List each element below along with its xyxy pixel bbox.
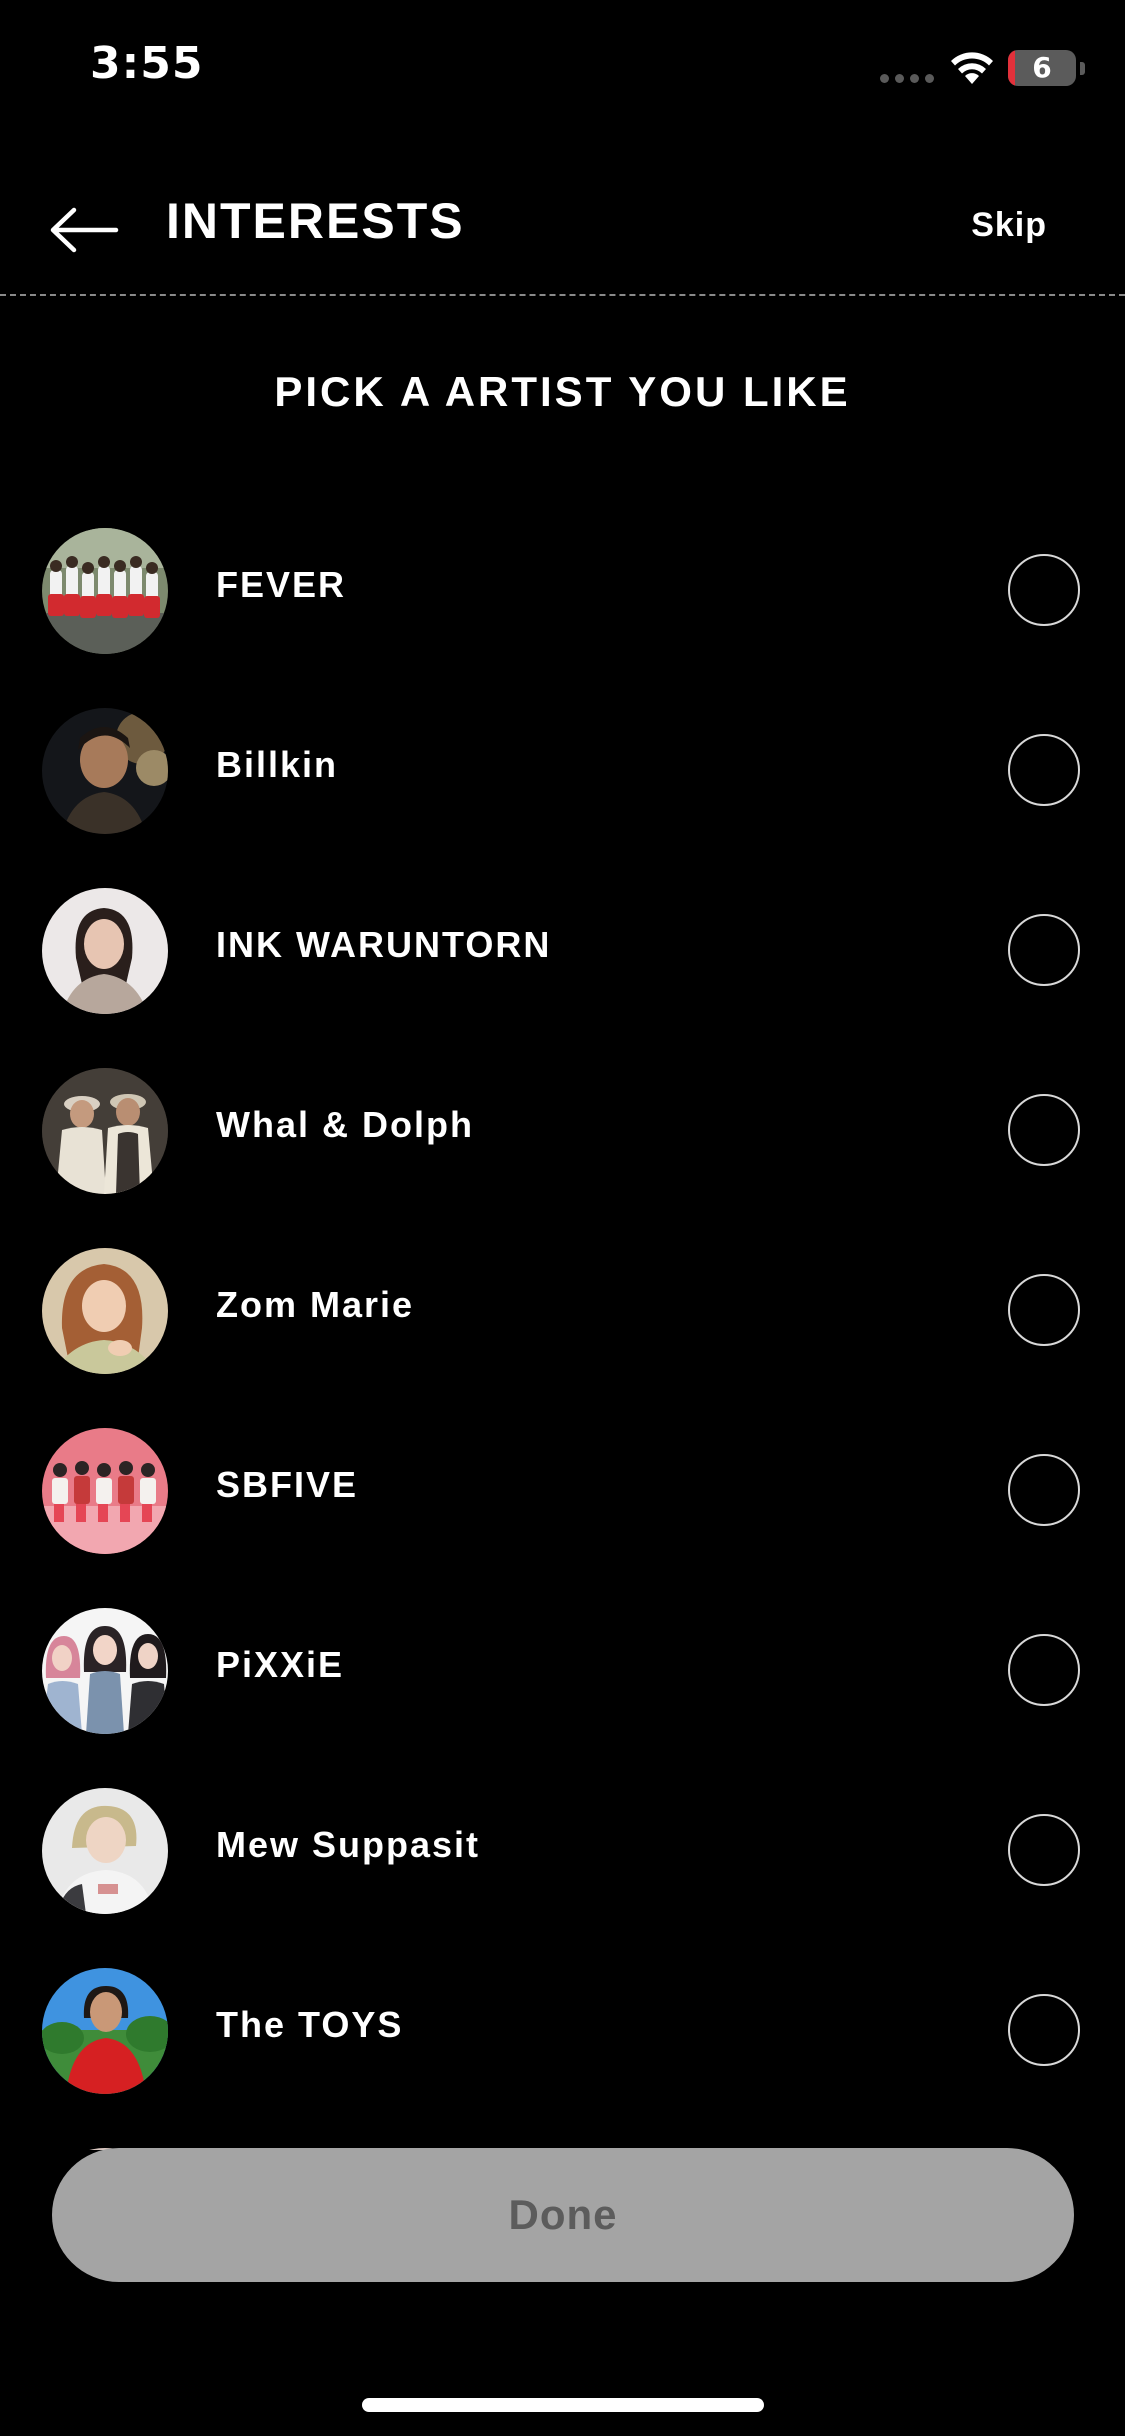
select-radio[interactable]: [1008, 1634, 1080, 1706]
artist-list[interactable]: FEVER Billkin INK WARUNTORN Whal & Dolph…: [0, 504, 1125, 2150]
done-button[interactable]: Done: [52, 2148, 1074, 2282]
select-radio[interactable]: [1008, 734, 1080, 806]
select-radio[interactable]: [1008, 1814, 1080, 1886]
battery-icon: 6: [1008, 50, 1076, 86]
battery-cap: [1080, 62, 1085, 75]
arrow-left-icon: [50, 207, 119, 253]
artist-name: Billkin: [216, 744, 339, 785]
artist-row[interactable]: Mew Suppasit: [0, 1764, 1125, 1944]
cellular-signal-icon: [880, 74, 934, 83]
artist-name: INK WARUNTORN: [216, 924, 552, 965]
artist-row[interactable]: Whal & Dolph: [0, 1044, 1125, 1224]
header-divider: [0, 294, 1125, 296]
artist-avatar: [42, 1248, 168, 1374]
battery-level: 6: [1032, 51, 1052, 84]
artist-name: Whal & Dolph: [216, 1104, 474, 1145]
artist-name: PiXXiE: [216, 1644, 345, 1685]
back-button[interactable]: [44, 200, 124, 260]
status-bar: 3:55 6: [0, 0, 1125, 132]
artist-avatar: [42, 888, 168, 1014]
artist-row[interactable]: FEVER: [0, 504, 1125, 684]
artist-row[interactable]: SBFIVE: [0, 1404, 1125, 1584]
artist-row[interactable]: PiXXiE: [0, 1584, 1125, 1764]
artist-row[interactable]: INK WARUNTORN: [0, 864, 1125, 1044]
status-time: 3:55: [90, 38, 204, 89]
select-radio[interactable]: [1008, 1094, 1080, 1166]
artist-name: SBFIVE: [216, 1464, 359, 1505]
artist-avatar: [42, 1608, 168, 1734]
header: INTERESTS Skip: [0, 180, 1125, 296]
wifi-icon: [951, 52, 993, 84]
home-indicator: [362, 2398, 764, 2412]
artist-name: Mew Suppasit: [216, 1824, 481, 1865]
artist-avatar: [42, 1788, 168, 1914]
artist-name: Zom Marie: [216, 1284, 415, 1325]
artist-avatar: [42, 528, 168, 654]
select-radio[interactable]: [1008, 1454, 1080, 1526]
artist-row[interactable]: Billkin: [0, 684, 1125, 864]
artist-row[interactable]: The TOYS: [0, 1944, 1125, 2124]
artist-avatar: [42, 708, 168, 834]
artist-avatar: [42, 1428, 168, 1554]
page-title: INTERESTS: [166, 193, 465, 249]
artist-avatar: [42, 1068, 168, 1194]
artist-name: The TOYS: [216, 2004, 404, 2045]
artist-row[interactable]: Zom Marie: [0, 1224, 1125, 1404]
section-heading: PICK A ARTIST YOU LIKE: [274, 368, 851, 415]
select-radio[interactable]: [1008, 1994, 1080, 2066]
skip-button[interactable]: Skip: [971, 206, 1047, 245]
artist-avatar: [42, 1968, 168, 2094]
select-radio[interactable]: [1008, 914, 1080, 986]
select-radio[interactable]: [1008, 1274, 1080, 1346]
artist-name: FEVER: [216, 564, 347, 605]
artist-row[interactable]: [0, 2124, 1125, 2150]
select-radio[interactable]: [1008, 554, 1080, 626]
